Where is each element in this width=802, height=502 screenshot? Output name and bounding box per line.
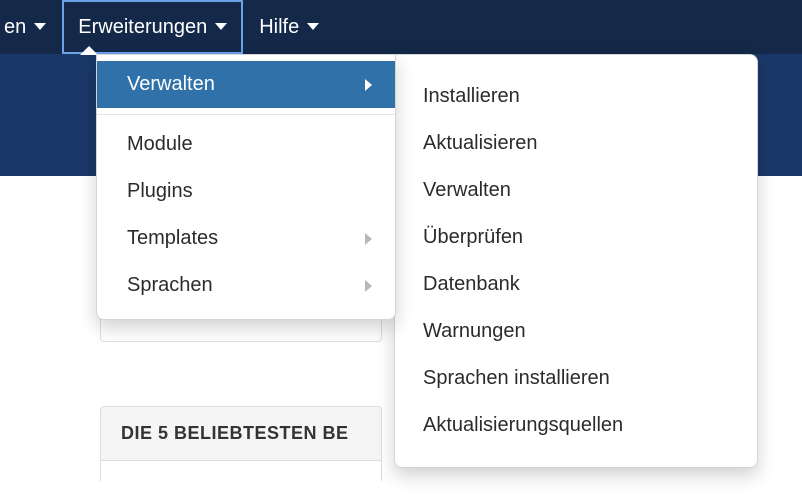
menu-label-manage: Verwalten — [127, 73, 215, 96]
nav-label-extensions: Erweiterungen — [78, 16, 207, 39]
nav-item-truncated[interactable]: en — [0, 0, 62, 54]
menu-label-templates: Templates — [127, 227, 218, 250]
submenu-label: Überprüfen — [423, 226, 523, 248]
caret-down-icon — [215, 23, 227, 31]
panel-body-strip — [100, 461, 382, 481]
caret-right-icon — [365, 233, 373, 245]
submenu-item-manage[interactable]: Verwalten — [395, 167, 757, 214]
nav-item-help[interactable]: Hilfe — [243, 0, 335, 54]
top-navbar: en Erweiterungen Hilfe — [0, 0, 802, 54]
submenu-item-install-languages[interactable]: Sprachen installieren — [395, 355, 757, 402]
menu-item-languages[interactable]: Sprachen — [97, 262, 395, 309]
manage-submenu: Installieren Aktualisieren Verwalten Übe… — [394, 54, 758, 468]
nav-item-extensions[interactable]: Erweiterungen — [62, 0, 243, 54]
menu-divider — [97, 114, 395, 115]
submenu-label: Warnungen — [423, 320, 526, 342]
extensions-dropdown: Verwalten Module Plugins Templates Sprac… — [96, 54, 396, 320]
submenu-item-check[interactable]: Überprüfen — [395, 214, 757, 261]
submenu-label: Verwalten — [423, 179, 511, 201]
menu-item-templates[interactable]: Templates — [97, 215, 395, 262]
nav-label-truncated: en — [4, 16, 26, 39]
panel-heading: DIE 5 BELIEBTESTEN BE — [100, 406, 382, 461]
caret-down-icon — [34, 23, 46, 31]
menu-item-modules[interactable]: Module — [97, 121, 395, 168]
submenu-label: Aktualisieren — [423, 132, 538, 154]
menu-label-plugins: Plugins — [127, 180, 193, 203]
submenu-item-warnings[interactable]: Warnungen — [395, 308, 757, 355]
submenu-item-database[interactable]: Datenbank — [395, 261, 757, 308]
caret-right-icon — [365, 79, 373, 91]
submenu-item-update-sites[interactable]: Aktualisierungsquellen — [395, 402, 757, 449]
caret-right-icon — [365, 280, 373, 292]
menu-label-modules: Module — [127, 133, 193, 156]
submenu-label: Aktualisierungsquellen — [423, 414, 623, 436]
nav-label-help: Hilfe — [259, 16, 299, 39]
caret-down-icon — [307, 23, 319, 31]
menu-label-languages: Sprachen — [127, 274, 213, 297]
submenu-label: Datenbank — [423, 273, 520, 295]
submenu-label: Sprachen installieren — [423, 367, 610, 389]
menu-item-plugins[interactable]: Plugins — [97, 168, 395, 215]
submenu-label: Installieren — [423, 85, 520, 107]
submenu-item-install[interactable]: Installieren — [395, 73, 757, 120]
submenu-item-update[interactable]: Aktualisieren — [395, 120, 757, 167]
menu-item-manage[interactable]: Verwalten — [97, 61, 395, 108]
